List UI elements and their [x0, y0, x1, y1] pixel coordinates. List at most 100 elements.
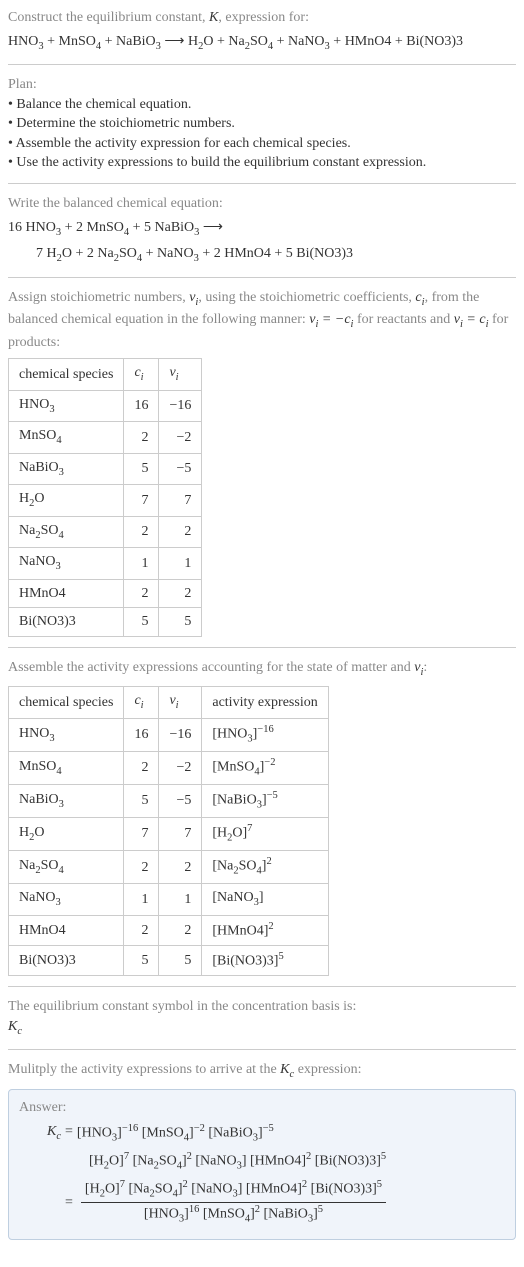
title-prefix: Construct the equilibrium constant, [8, 10, 209, 25]
plan-header: Plan: [8, 75, 516, 95]
cell-species: MnSO4 [9, 751, 124, 784]
basis-text: The equilibrium constant symbol in the c… [8, 997, 516, 1017]
cell-species: NaBiO3 [9, 453, 124, 484]
cell-vi: 5 [159, 608, 202, 637]
cell-vi: −16 [159, 718, 202, 751]
cell-species: NaBiO3 [9, 785, 124, 818]
activity-header-colon: : [423, 660, 427, 675]
balanced-line1: 16 HNO3 + 2 MnSO4 + 5 NaBiO3 ⟶ [8, 218, 516, 240]
table-row: MnSO42−2 [9, 422, 202, 453]
table-row: NaBiO35−5[NaBiO3]−5 [9, 785, 329, 818]
cell-activity: [NaBiO3]−5 [202, 785, 328, 818]
answer-line2: [H2O]7 [Na2SO4]2 [NaNO3] [HMnO4]2 [Bi(NO… [19, 1150, 505, 1174]
plan-item: • Assemble the activity expression for e… [8, 134, 516, 154]
cell-ci: 2 [124, 915, 159, 945]
answer-label: Answer: [19, 1098, 505, 1118]
divider [8, 1049, 516, 1050]
col-species: chemical species [9, 687, 124, 718]
cell-species: H2O [9, 818, 124, 851]
table-row: H2O77[H2O]7 [9, 818, 329, 851]
cell-vi: 2 [159, 915, 202, 945]
multiply-text: Mulitply the activity expressions to arr… [8, 1062, 280, 1077]
cell-vi: −16 [159, 390, 202, 421]
assign-text: Assign stoichiometric numbers, [8, 290, 189, 305]
cell-species: Na2SO4 [9, 851, 124, 884]
table-row: HNO316−16[HNO3]−16 [9, 718, 329, 751]
table-header-row: chemical species ci νi activity expressi… [9, 687, 329, 718]
cell-vi: 1 [159, 884, 202, 915]
cell-species: MnSO4 [9, 422, 124, 453]
table-row: Na2SO422 [9, 516, 202, 547]
cell-species: Bi(NO3)3 [9, 608, 124, 637]
table-row: Bi(NO3)355[Bi(NO3)3]5 [9, 946, 329, 976]
cell-ci: 2 [124, 751, 159, 784]
title-block: Construct the equilibrium constant, K, e… [8, 8, 516, 54]
cell-activity: [HMnO4]2 [202, 915, 328, 945]
table-row: Na2SO422[Na2SO4]2 [9, 851, 329, 884]
cell-activity: [NaNO3] [202, 884, 328, 915]
cell-activity: [MnSO4]−2 [202, 751, 328, 784]
table-row: HMnO422 [9, 579, 202, 608]
plan-item: • Determine the stoichiometric numbers. [8, 114, 516, 134]
col-ci: ci [124, 359, 159, 390]
cell-species: HMnO4 [9, 579, 124, 608]
cell-ci: 2 [124, 579, 159, 608]
cell-ci: 1 [124, 884, 159, 915]
cell-activity: [Bi(NO3)3]5 [202, 946, 328, 976]
main-equation: HNO3 + MnSO4 + NaBiO3 ⟶ H2O + Na2SO4 + N… [8, 32, 516, 54]
plan-item: • Balance the chemical equation. [8, 95, 516, 115]
equals: = [65, 1122, 73, 1142]
balanced-line2: 7 H2O + 2 Na2SO4 + NaNO3 + 2 HMnO4 + 5 B… [8, 244, 516, 266]
table-row: HMnO422[HMnO4]2 [9, 915, 329, 945]
basis-block: The equilibrium constant symbol in the c… [8, 997, 516, 1039]
cell-ci: 5 [124, 946, 159, 976]
answer-line1: Kc = [HNO3]−16 [MnSO4]−2 [NaBiO3]−5 [19, 1122, 505, 1146]
assign-ci: ci [415, 290, 424, 305]
cell-ci: 16 [124, 390, 159, 421]
title-suffix: , expression for: [218, 10, 309, 25]
table-header-row: chemical species ci νi [9, 359, 202, 390]
multiply-text-suffix: expression: [294, 1062, 361, 1077]
divider [8, 183, 516, 184]
assign-block: Assign stoichiometric numbers, νi, using… [8, 288, 516, 637]
table-row: H2O77 [9, 485, 202, 516]
col-ci: ci [124, 687, 159, 718]
cell-vi: 5 [159, 946, 202, 976]
table-row: MnSO42−2[MnSO4]−2 [9, 751, 329, 784]
cell-species: HNO3 [9, 390, 124, 421]
answer-expr2: [H2O]7 [Na2SO4]2 [NaNO3] [HMnO4]2 [Bi(NO… [89, 1150, 386, 1174]
assign-rel: νi = ci [454, 312, 489, 327]
cell-ci: 2 [124, 422, 159, 453]
col-vi: νi [159, 359, 202, 390]
table-row: HNO316−16 [9, 390, 202, 421]
cell-species: Na2SO4 [9, 516, 124, 547]
cell-species: NaNO3 [9, 884, 124, 915]
multiply-block: Mulitply the activity expressions to arr… [8, 1060, 516, 1240]
fraction-denominator: [HNO3]16 [MnSO4]2 [NaBiO3]5 [81, 1203, 386, 1227]
assign-nu: νi [189, 290, 198, 305]
cell-vi: 2 [159, 851, 202, 884]
cell-species: Bi(NO3)3 [9, 946, 124, 976]
cell-species: HNO3 [9, 718, 124, 751]
cell-activity: [HNO3]−16 [202, 718, 328, 751]
cell-ci: 16 [124, 718, 159, 751]
balanced-block: Write the balanced chemical equation: 16… [8, 194, 516, 267]
fraction-numerator: [H2O]7 [Na2SO4]2 [NaNO3] [HMnO4]2 [Bi(NO… [81, 1178, 386, 1203]
cell-ci: 5 [124, 453, 159, 484]
cell-ci: 5 [124, 608, 159, 637]
divider [8, 64, 516, 65]
kc-symbol: Kc [8, 1017, 516, 1039]
balanced-header: Write the balanced chemical equation: [8, 194, 516, 214]
table-row: Bi(NO3)355 [9, 608, 202, 637]
activity-block: Assemble the activity expressions accoun… [8, 658, 516, 977]
fraction: [H2O]7 [Na2SO4]2 [NaNO3] [HMnO4]2 [Bi(NO… [81, 1178, 386, 1227]
cell-vi: 7 [159, 485, 202, 516]
col-species: chemical species [9, 359, 124, 390]
table-row: NaBiO35−5 [9, 453, 202, 484]
cell-vi: −5 [159, 785, 202, 818]
kc-symbol: Kc [47, 1122, 61, 1144]
stoich-table: chemical species ci νi HNO316−16 MnSO42−… [8, 358, 202, 637]
cell-species: NaNO3 [9, 548, 124, 579]
cell-ci: 7 [124, 818, 159, 851]
assign-rel: νi = −ci [309, 312, 353, 327]
